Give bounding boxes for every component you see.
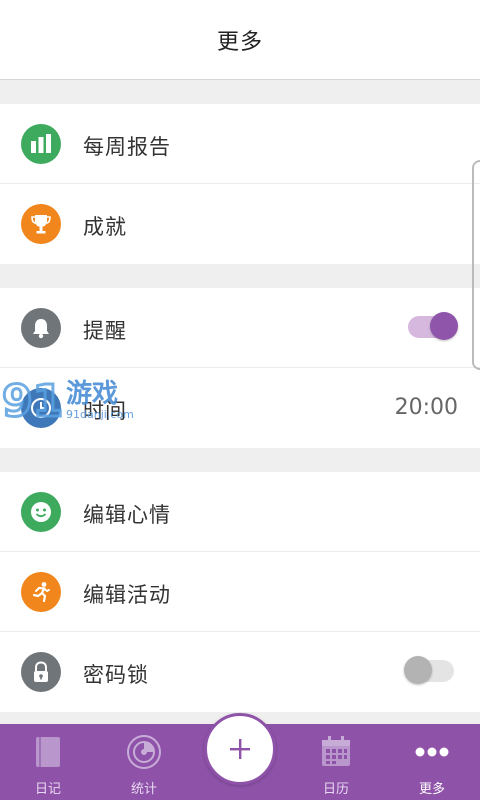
edge-scroll-handle[interactable] <box>472 160 480 370</box>
nav-label: 更多 <box>418 782 445 797</box>
trophy-icon <box>21 204 61 244</box>
book-icon <box>33 732 63 772</box>
menu-item-edit-activity[interactable]: 编辑活动 <box>0 552 480 632</box>
menu-item-label: 成就 <box>83 215 127 239</box>
reminder-time-value: 20:00 <box>394 395 458 420</box>
add-entry-button[interactable] <box>204 713 276 785</box>
menu-item-time[interactable]: 时间 20:00 <box>0 368 480 448</box>
menu-item-achievements[interactable]: 成就 <box>0 184 480 264</box>
passcode-lock-toggle[interactable] <box>404 656 454 684</box>
clock-icon <box>21 388 61 428</box>
menu-item-label: 每周报告 <box>83 135 171 159</box>
nav-label: 日历 <box>322 782 349 797</box>
nav-item-more[interactable]: 更多 <box>384 724 480 800</box>
lock-icon <box>21 652 61 692</box>
bar-chart-icon <box>21 124 61 164</box>
menu-item-label: 时间 <box>83 399 127 423</box>
nav-item-stats[interactable]: 统计 <box>96 724 192 800</box>
toggle-knob <box>430 312 458 340</box>
page-title: 更多 <box>216 29 263 55</box>
menu-item-passcode-lock[interactable]: 密码锁 <box>0 632 480 712</box>
plus-icon <box>230 739 250 759</box>
reminder-toggle[interactable] <box>408 312 458 340</box>
menu-item-weekly-report[interactable]: 每周报告 <box>0 104 480 184</box>
disc-chart-icon <box>126 732 162 772</box>
toggle-knob <box>404 656 432 684</box>
menu-item-edit-mood[interactable]: 编辑心情 <box>0 472 480 552</box>
runner-icon <box>21 572 61 612</box>
nav-label: 统计 <box>130 782 157 797</box>
more-dots-icon <box>414 732 450 772</box>
bell-icon <box>21 308 61 348</box>
menu-item-reminder[interactable]: 提醒 <box>0 288 480 368</box>
menu-item-label: 提醒 <box>83 319 127 343</box>
nav-item-calendar[interactable]: 日历 <box>288 724 384 800</box>
settings-group-reports: 每周报告 成就 <box>0 104 480 264</box>
smiley-icon <box>21 492 61 532</box>
settings-group-reminder: 提醒 时间 20:00 <box>0 288 480 448</box>
menu-item-label: 编辑活动 <box>83 583 171 607</box>
calendar-icon <box>319 732 353 772</box>
menu-item-label: 密码锁 <box>83 663 149 687</box>
settings-group-edit: 编辑心情 编辑活动 密码锁 <box>0 472 480 712</box>
nav-label: 日记 <box>34 782 61 797</box>
app-header: 更多 <box>0 0 480 80</box>
menu-item-label: 编辑心情 <box>83 503 171 527</box>
nav-item-diary[interactable]: 日记 <box>0 724 96 800</box>
